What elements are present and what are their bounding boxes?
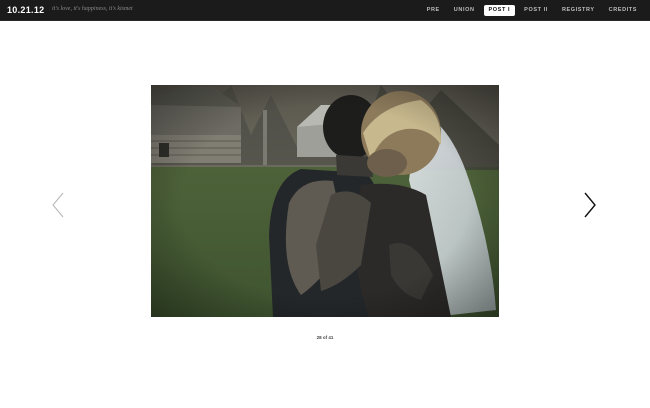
next-button[interactable] — [582, 192, 598, 218]
site-logo[interactable]: 10.21.12 — [7, 5, 44, 15]
nav-item-post-i[interactable]: POST I — [483, 5, 516, 16]
prev-button[interactable] — [51, 192, 67, 218]
photo-counter: 28 of 41 — [316, 335, 334, 340]
top-bar: 10.21.12 it's love, it's happiness, it's… — [0, 0, 650, 21]
nav-item-union[interactable]: UNION — [449, 5, 480, 16]
wedding-couple-photo — [151, 85, 499, 317]
nav-item-credits[interactable]: CREDITS — [604, 5, 642, 16]
main-nav: PRE UNION POST I POST II REGISTRY CREDIT… — [418, 5, 642, 16]
nav-item-post-ii[interactable]: POST II — [519, 5, 553, 16]
site-tagline: it's love, it's happiness, it's kismet — [52, 6, 133, 12]
nav-item-registry[interactable]: REGISTRY — [557, 5, 600, 16]
nav-item-pre[interactable]: PRE — [422, 5, 445, 16]
gallery-photo — [151, 85, 499, 317]
chevron-left-icon — [52, 192, 64, 218]
chevron-right-icon — [584, 192, 596, 218]
